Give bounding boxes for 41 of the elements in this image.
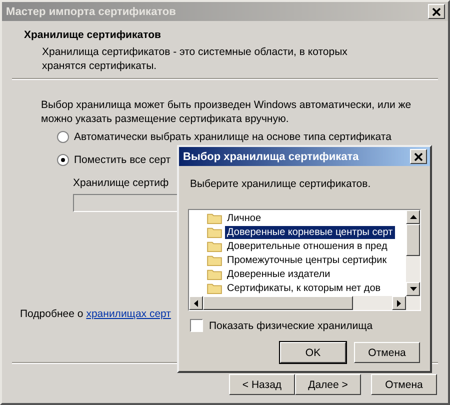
tree-item[interactable]: Личное: [225, 212, 264, 224]
folder-icon: [207, 268, 222, 280]
arrow-right-icon: [397, 300, 401, 306]
checkbox-label[interactable]: Показать физические хранилища: [209, 320, 373, 332]
arrow-left-icon: [194, 300, 198, 306]
intro-text: Выбор хранилища может быть произведен Windows автоматически, или же можно указать размещение сертификата вручную.: [41, 98, 412, 126]
wizard-button[interactable]: Далее >: [295, 374, 361, 395]
tree-item[interactable]: Доверительные отношения в пред: [225, 240, 390, 252]
section-title: Хранилище сертификатов: [24, 29, 162, 42]
wizard-button[interactable]: Отмена: [371, 374, 437, 395]
store-link[interactable]: хранилищах серт: [86, 308, 171, 320]
folder-icon: [207, 240, 222, 252]
folder-icon: [207, 212, 222, 224]
close-button[interactable]: [410, 149, 427, 164]
field-label: Хранилище сертиф: [73, 176, 169, 190]
dialog-prompt: Выберите хранилище сертификатов.: [190, 178, 372, 191]
vertical-scrollbar[interactable]: [406, 210, 420, 296]
more-info-text: Подробнее о: [20, 308, 84, 320]
tree-item[interactable]: Доверенные издатели: [225, 268, 332, 280]
folder-icon: [207, 254, 222, 266]
dialog-title: Выбор хранилища сертификата: [183, 150, 359, 162]
close-icon: [432, 8, 441, 16]
checkbox[interactable]: [190, 319, 203, 332]
window-title: Мастер импорта сертификатов: [6, 6, 176, 18]
radio-label[interactable]: Автоматически выбрать хранилище на основе типа сертификата: [74, 131, 392, 143]
dialog-button[interactable]: Отмена: [354, 342, 420, 363]
folder-icon: [207, 226, 222, 238]
close-icon: [414, 152, 423, 160]
horizontal-scrollbar[interactable]: [189, 296, 420, 310]
arrow-up-icon: [410, 215, 416, 219]
radio-label[interactable]: Поместить все серт: [74, 154, 171, 166]
dialog-button[interactable]: OK: [280, 342, 346, 363]
section-description: Хранилища сертификатов - это системные области, в которых хранятся сертификаты.: [42, 45, 348, 73]
folder-icon: [207, 282, 222, 294]
radio-button[interactable]: [57, 154, 69, 166]
tree-item[interactable]: Промежуточные центры сертифик: [225, 254, 389, 266]
tree-item[interactable]: Сертификаты, к которым нет дов: [225, 282, 383, 294]
wizard-button[interactable]: < Назад: [229, 374, 295, 395]
tree-item[interactable]: Доверенные корневые центры серт: [225, 226, 395, 238]
arrow-down-icon: [410, 287, 416, 291]
radio-button[interactable]: [57, 131, 69, 143]
